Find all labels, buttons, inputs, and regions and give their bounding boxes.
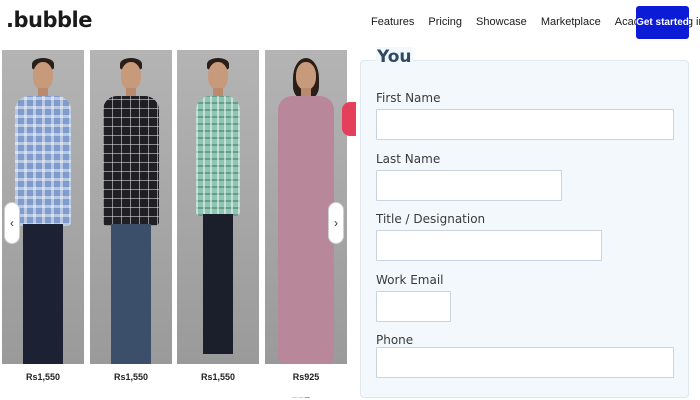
work-email-label: Work Email	[376, 273, 444, 287]
title-designation-field[interactable]	[376, 230, 602, 261]
last-name-field[interactable]	[376, 170, 562, 201]
title-designation-label: Title / Designation	[376, 212, 486, 226]
model-head	[121, 62, 141, 90]
bubble-logo[interactable]: .bubble	[6, 8, 92, 32]
model-head	[296, 62, 316, 90]
product-price: Rs1,550	[200, 372, 236, 382]
model-head	[33, 62, 53, 90]
model-head	[208, 62, 228, 90]
last-name-label: Last Name	[376, 152, 441, 166]
get-started-button[interactable]: Get started	[636, 6, 689, 39]
product-price: Rs925	[292, 372, 320, 382]
trousers-image	[203, 214, 233, 354]
carousel-next-arrow-icon[interactable]: ›	[328, 202, 344, 244]
phone-label: Phone	[376, 333, 414, 347]
nav-link-features[interactable]: Features	[371, 16, 414, 28]
trousers-image	[111, 224, 151, 364]
trousers-image	[23, 224, 63, 364]
shirt-image	[15, 96, 71, 226]
nav-link-showcase[interactable]: Showcase	[476, 16, 527, 28]
shirt-image	[196, 96, 240, 216]
page: .bubble Features Pricing Showcase Market…	[0, 0, 700, 400]
product-carousel: Rs1,550 Rs1,550 Rs1,550 Rs925 — — — ‹ ›	[0, 46, 350, 400]
nav-link-pricing[interactable]: Pricing	[428, 16, 462, 28]
first-name-label: First Name	[376, 91, 441, 105]
shirt-image	[103, 96, 159, 226]
product-card[interactable]	[177, 50, 259, 364]
carousel-prev-arrow-icon[interactable]: ‹	[4, 202, 20, 244]
phone-field[interactable]	[376, 347, 674, 378]
shirt-image	[278, 96, 334, 364]
side-tab-icon[interactable]	[342, 102, 356, 136]
nav-link-marketplace[interactable]: Marketplace	[541, 16, 601, 28]
form-section-title: You	[376, 47, 413, 67]
product-card[interactable]	[90, 50, 172, 364]
product-price: Rs1,550	[113, 372, 149, 382]
work-email-field[interactable]	[376, 291, 451, 322]
product-price: Rs1,550	[25, 372, 61, 382]
first-name-field[interactable]	[376, 109, 674, 140]
tiny-label: — — —	[292, 395, 310, 400]
top-nav: .bubble Features Pricing Showcase Market…	[0, 0, 700, 46]
